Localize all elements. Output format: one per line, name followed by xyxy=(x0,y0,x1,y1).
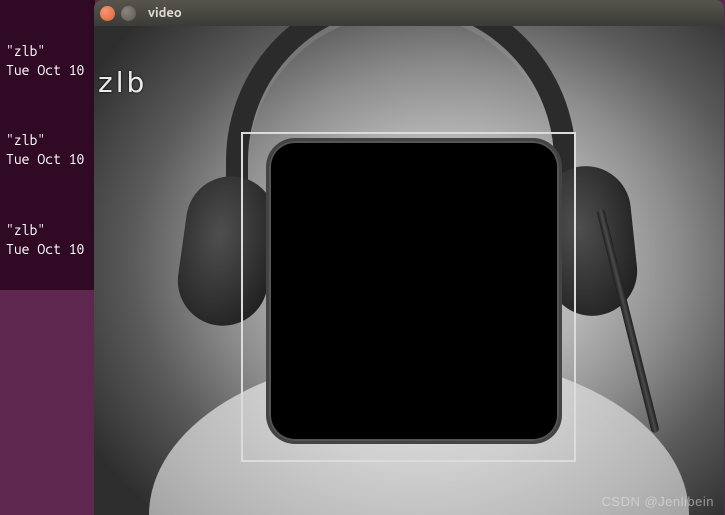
minimize-icon[interactable] xyxy=(121,6,136,21)
terminal-date: Tue Oct 10 xyxy=(6,62,84,78)
terminal-panel: "zlb" Tue Oct 10 "zlb" Tue Oct 10 "zlb" … xyxy=(0,0,95,290)
terminal-line: "zlb" Tue Oct 10 xyxy=(6,131,95,169)
terminal-name: "zlb" xyxy=(6,132,45,148)
face-detection-rectangle xyxy=(241,132,576,462)
terminal-name: "zlb" xyxy=(6,43,45,59)
detection-label: zlb xyxy=(98,66,147,99)
terminal-name: "zlb" xyxy=(6,222,45,238)
window-titlebar[interactable]: video xyxy=(94,0,724,26)
video-frame: zlb CSDN @Jenlibein xyxy=(94,26,724,515)
terminal-line: "zlb" Tue Oct 10 xyxy=(6,221,95,259)
video-window: video zlb CSDN @Jenlibein xyxy=(94,0,724,515)
watermark-text: CSDN @Jenlibein xyxy=(602,494,714,509)
terminal-date: Tue Oct 10 xyxy=(6,151,84,167)
window-title: video xyxy=(148,6,182,20)
terminal-date: Tue Oct 10 xyxy=(6,241,84,257)
close-icon[interactable] xyxy=(100,6,115,21)
terminal-line: "zlb" Tue Oct 10 xyxy=(6,42,95,80)
